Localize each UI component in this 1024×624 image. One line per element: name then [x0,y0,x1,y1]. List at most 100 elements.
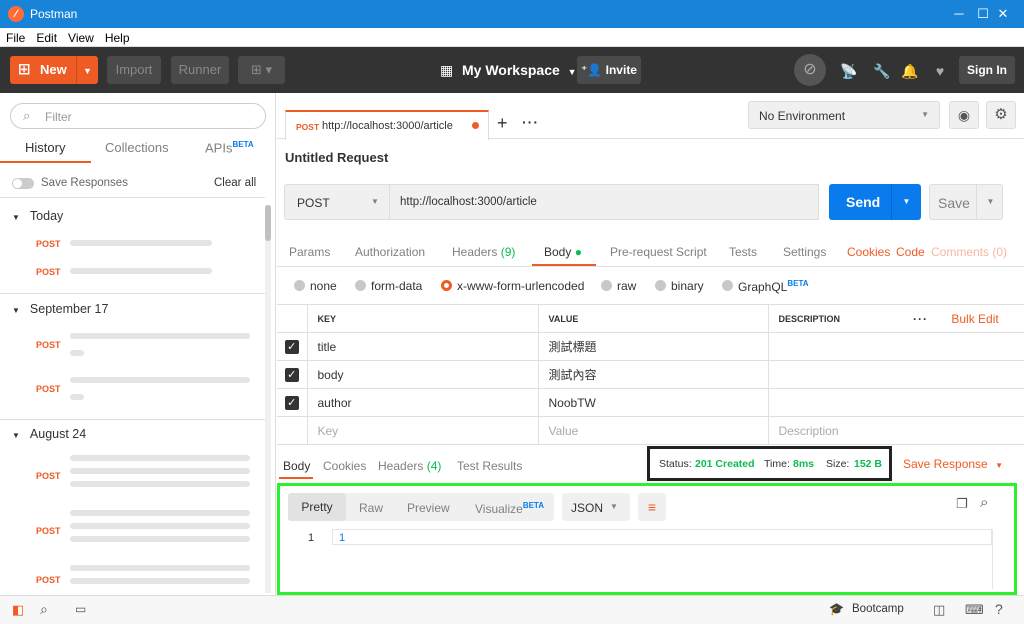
radio-binary[interactable] [655,280,666,291]
bulk-edit-link[interactable]: Bulk Edit [951,312,998,326]
response-tab-body[interactable]: Body [283,459,310,473]
add-tab-icon[interactable]: + [497,113,508,134]
value-placeholder[interactable]: Value [537,416,769,445]
row-value[interactable]: 測試內容 [537,360,769,389]
request-tab[interactable]: POST http://localhost:3000/article [285,110,489,140]
bootcamp-label[interactable]: Bootcamp [852,603,904,615]
blurred-url[interactable] [70,510,250,516]
history-group-aug24[interactable]: ▼ August 24 [12,427,86,441]
radio-none[interactable] [294,280,305,291]
tab-body[interactable]: Body ● [544,245,582,259]
cookies-link[interactable]: Cookies [847,245,890,259]
tab-history[interactable]: History [25,140,65,155]
row-description[interactable] [767,388,1024,417]
notifications-bell-icon[interactable]: 🔔 [901,62,919,80]
two-pane-view-icon[interactable]: ◫ [933,602,945,618]
history-item-method[interactable]: POST [36,267,61,277]
radio-graphql[interactable] [722,280,733,291]
environment-select[interactable]: No Environment ▼ [748,101,940,129]
response-tab-tests[interactable]: Test Results [457,459,522,473]
row-value[interactable]: NoobTW [537,388,769,417]
menu-edit[interactable]: Edit [30,28,62,45]
save-dropdown-icon[interactable]: ▼ [976,185,1004,219]
capture-requests-icon[interactable]: 📡 [840,62,858,80]
save-responses-toggle[interactable] [12,178,34,189]
row-description[interactable] [767,332,1024,361]
row-checkbox[interactable]: ✓ [284,396,299,410]
tab-prerequest[interactable]: Pre-request Script [610,245,707,259]
wrap-lines-icon[interactable]: ≡ [638,493,666,521]
radio-urlencoded[interactable] [441,280,452,291]
console-icon[interactable]: ▭ [75,602,86,616]
filter-input[interactable]: ⌕ Filter [10,103,266,129]
history-item-method[interactable]: POST [36,471,61,481]
tab-headers[interactable]: Headers (9) [452,245,515,259]
more-tabs-icon[interactable]: ··· [522,114,539,130]
menu-view[interactable]: View [62,28,99,45]
tab-collections[interactable]: Collections [105,140,169,155]
radio-form-data[interactable] [355,280,366,291]
row-checkbox[interactable]: ✓ [284,368,299,382]
blurred-url[interactable] [70,565,250,571]
eye-icon[interactable]: ◉ [949,101,979,129]
history-item-method[interactable]: POST [36,340,61,350]
tab-tests[interactable]: Tests [729,245,757,259]
send-dropdown-icon[interactable]: ▼ [891,184,921,220]
new-window-button[interactable]: ⊞ ▾ [238,56,285,84]
bootcamp-icon[interactable]: 🎓 [829,602,844,616]
import-button[interactable]: Import [107,56,161,84]
heart-icon[interactable]: ♥ [931,62,949,80]
row-value[interactable]: 測試標題 [537,332,769,361]
view-tab-visualize[interactable]: VisualizeBETA [475,501,544,516]
history-item-method[interactable]: POST [36,384,61,394]
response-tab-cookies[interactable]: Cookies [323,459,366,473]
menu-file[interactable]: File [0,28,30,45]
history-item-method[interactable]: POST [36,526,61,536]
menu-help[interactable]: Help [99,28,135,45]
sidebar-toggle-icon[interactable]: ◧ [12,602,24,618]
blurred-url[interactable] [70,377,250,383]
tab-params[interactable]: Params [289,245,330,259]
runner-button[interactable]: Runner [171,56,229,84]
key-placeholder[interactable]: Key [306,416,539,445]
history-group-today[interactable]: ▼ Today [12,209,63,223]
comments-link[interactable]: Comments (0) [931,245,1007,259]
row-key[interactable]: title [306,332,539,361]
view-tab-preview[interactable]: Preview [407,501,450,515]
view-tab-pretty[interactable]: Pretty [288,493,346,521]
radio-raw[interactable] [601,280,612,291]
request-title[interactable]: Untitled Request [285,150,388,165]
save-response-button[interactable]: Save Response ▼ [903,457,1003,471]
blurred-url[interactable] [70,240,212,246]
more-options-icon[interactable]: ··· [913,312,928,326]
close-button[interactable]: ✕ [982,0,1024,28]
editor-scrollbar[interactable] [992,529,1004,589]
tab-settings[interactable]: Settings [783,245,826,259]
format-select[interactable]: JSON ▼ [562,493,630,521]
view-tab-raw[interactable]: Raw [359,501,383,515]
history-group-sep17[interactable]: ▼ September 17 [12,302,108,316]
url-input[interactable]: http://localhost:3000/article [390,184,819,220]
description-placeholder[interactable]: Description [767,416,1024,445]
blurred-url[interactable] [70,333,250,339]
tab-authorization[interactable]: Authorization [355,245,425,259]
blurred-url[interactable] [70,268,212,274]
row-description[interactable] [767,360,1024,389]
tab-apis[interactable]: APIsBETA [205,140,254,155]
row-checkbox[interactable]: ✓ [284,340,299,354]
save-button[interactable]: Save ▼ [929,184,1003,220]
response-tab-headers[interactable]: Headers (4) [378,459,441,473]
find-icon[interactable]: ⌕ [40,601,48,618]
code-link[interactable]: Code [896,245,925,259]
sync-off-icon[interactable]: ⊘ [794,54,826,86]
settings-wrench-icon[interactable]: 🔧 [873,62,891,80]
sign-in-button[interactable]: Sign In [959,56,1015,84]
copy-icon[interactable]: ❐ [956,496,968,512]
sidebar-scrollbar[interactable] [265,205,271,593]
clear-all-button[interactable]: Clear all [214,177,256,189]
send-button[interactable]: Send ▼ [829,184,921,220]
help-icon[interactable]: ? [995,601,1003,617]
workspace-selector[interactable]: My Workspace ▼ [462,62,577,78]
gear-icon[interactable]: ⚙ [986,101,1016,129]
unsaved-dot-icon[interactable] [472,122,479,129]
